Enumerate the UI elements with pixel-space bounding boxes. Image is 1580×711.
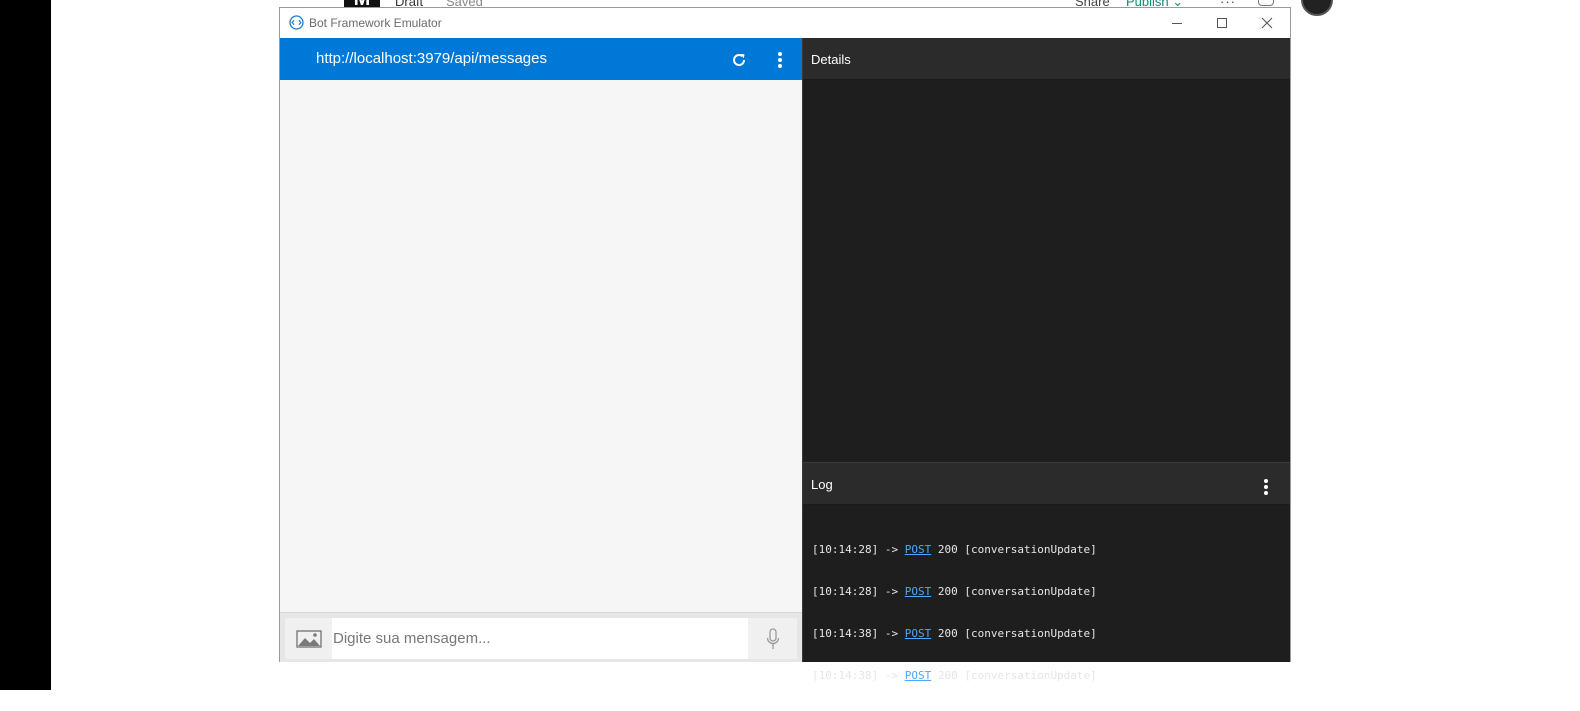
- message-input-container: [285, 618, 797, 659]
- log-detail: 200 [conversationUpdate]: [931, 585, 1097, 598]
- close-icon: [1261, 17, 1272, 29]
- log-entry: [10:14:38] -> POST 200 [conversationUpda…: [812, 669, 1097, 683]
- more-vertical-icon[interactable]: [772, 50, 788, 70]
- image-icon: [295, 629, 322, 648]
- background-bell-icon[interactable]: [1258, 0, 1274, 6]
- log-post-link[interactable]: POST: [905, 669, 932, 682]
- emulator-window: Bot Framework Emulator http://localhost:…: [279, 7, 1291, 682]
- log-time: [10:14:38]: [812, 627, 879, 640]
- message-input-bar: [280, 612, 802, 662]
- log-arrow: ->: [878, 669, 905, 682]
- desktop-left-edge: [0, 0, 51, 690]
- minimize-button[interactable]: [1154, 8, 1199, 38]
- log-title: Log: [811, 477, 833, 492]
- log-panel: Log [10:14:28] -> POST 200 [conversation…: [803, 462, 1290, 682]
- log-arrow: ->: [878, 627, 905, 640]
- details-panel: Details: [803, 38, 1290, 462]
- background-avatar[interactable]: [1301, 0, 1333, 16]
- log-time: [10:14:28]: [812, 585, 879, 598]
- log-arrow: ->: [878, 585, 905, 598]
- close-button[interactable]: [1244, 8, 1289, 38]
- log-post-link[interactable]: POST: [905, 627, 932, 640]
- log-time: [10:14:28]: [812, 543, 879, 556]
- window-title: Bot Framework Emulator: [309, 16, 442, 30]
- address-bar: http://localhost:3979/api/messages: [280, 38, 802, 80]
- microphone-button[interactable]: [748, 618, 797, 659]
- title-bar: Bot Framework Emulator: [280, 8, 1290, 38]
- maximize-icon: [1216, 18, 1227, 28]
- log-entry: [10:14:38] -> POST 200 [conversationUpda…: [812, 627, 1097, 641]
- minimize-icon: [1171, 23, 1182, 24]
- log-arrow: ->: [878, 543, 905, 556]
- log-entries: [10:14:28] -> POST 200 [conversationUpda…: [812, 515, 1097, 711]
- endpoint-url[interactable]: http://localhost:3979/api/messages: [316, 50, 547, 67]
- log-detail: 200 [conversationUpdate]: [931, 669, 1097, 682]
- message-input[interactable]: [332, 618, 748, 659]
- log-post-link[interactable]: POST: [905, 585, 932, 598]
- log-entry: [10:14:28] -> POST 200 [conversationUpda…: [812, 585, 1097, 599]
- emulator-app-icon: [289, 15, 304, 30]
- maximize-button[interactable]: [1199, 8, 1244, 38]
- log-entry: [10:14:28] -> POST 200 [conversationUpda…: [812, 543, 1097, 557]
- log-detail: 200 [conversationUpdate]: [931, 627, 1097, 640]
- log-time: [10:14:38]: [812, 669, 879, 682]
- log-header: Log: [803, 463, 1290, 505]
- microphone-icon: [766, 627, 779, 649]
- chat-transcript[interactable]: [280, 80, 802, 612]
- chat-panel: http://localhost:3979/api/messages: [280, 38, 802, 662]
- upload-image-button[interactable]: [285, 618, 332, 659]
- details-title: Details: [811, 52, 851, 67]
- details-header: Details: [803, 38, 1290, 80]
- log-more-vertical-icon[interactable]: [1258, 477, 1274, 497]
- log-detail: 200 [conversationUpdate]: [931, 543, 1097, 556]
- refresh-icon[interactable]: [729, 50, 749, 70]
- log-post-link[interactable]: POST: [905, 543, 932, 556]
